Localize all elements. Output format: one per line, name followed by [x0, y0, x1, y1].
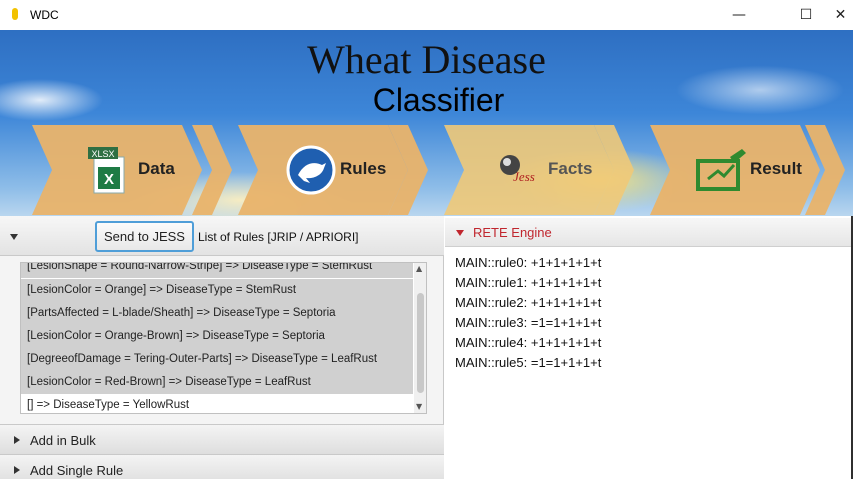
- step-result-label: Result: [750, 159, 802, 178]
- list-item[interactable]: [LesionColor = Red-Brown] => DiseaseType…: [21, 371, 413, 394]
- rete-output-line: MAIN::rule1: +1+1+1+1+t: [455, 275, 602, 290]
- expand-arrow-icon: [14, 436, 20, 444]
- banner-subtitle: Classifier: [372, 82, 505, 118]
- window-title: WDC: [30, 8, 59, 22]
- collapse-arrow-icon[interactable]: [456, 230, 464, 236]
- jess-icon: Jess: [496, 149, 546, 193]
- scroll-up-icon[interactable]: ▲: [416, 264, 422, 273]
- scroll-thumb[interactable]: [417, 293, 424, 393]
- svg-text:X: X: [104, 171, 114, 188]
- maximize-button[interactable]: ☐: [783, 0, 829, 30]
- rete-engine-header[interactable]: RETE Engine: [445, 218, 853, 247]
- chevron-shape: [32, 125, 232, 215]
- rete-output-line: MAIN::rule5: =1=1+1+1+t: [455, 355, 602, 370]
- svg-text:Jess: Jess: [513, 169, 535, 184]
- rete-engine-panel: RETE Engine MAIN::rule0: +1+1+1+1+t MAIN…: [445, 216, 853, 479]
- banner-title: Wheat Disease: [307, 37, 546, 82]
- rules-panel: Send to JESS List of Rules [JRIP / APRIO…: [0, 216, 444, 479]
- scroll-down-icon[interactable]: ▼: [416, 402, 422, 411]
- step-rules[interactable]: Rules: [238, 125, 438, 215]
- list-item[interactable]: [DegreeofDamage = Tering-Outer-Parts] =>…: [21, 348, 413, 371]
- rete-engine-title: RETE Engine: [473, 225, 552, 240]
- chart-pen-icon: [694, 149, 748, 193]
- list-item[interactable]: [PartsAffected = L-blade/Sheath] => Dise…: [21, 302, 413, 325]
- list-item[interactable]: [LesionShape = Round-Narrow-Stripe] => D…: [21, 263, 413, 278]
- svg-text:XLSX: XLSX: [91, 149, 114, 159]
- minimize-button[interactable]: —: [716, 0, 762, 30]
- section-label: Add Single Rule: [30, 463, 124, 478]
- rete-output-line: MAIN::rule2: +1+1+1+1+t: [455, 295, 602, 310]
- list-item[interactable]: [LesionColor = Orange] => DiseaseType = …: [21, 279, 413, 302]
- section-add-in-bulk[interactable]: Add in Bulk: [0, 424, 444, 454]
- collapse-arrow-icon[interactable]: [10, 234, 18, 240]
- rete-output-line: MAIN::rule4: +1+1+1+1+t: [455, 335, 602, 350]
- rules-scrollbar[interactable]: ▲ ▼: [414, 263, 426, 413]
- section-add-single-rule[interactable]: Add Single Rule: [0, 454, 444, 479]
- crow-icon: [286, 145, 336, 195]
- section-label: Add in Bulk: [30, 433, 96, 448]
- step-facts[interactable]: Jess Facts: [444, 125, 644, 215]
- rules-list-caption: List of Rules [JRIP / APRIORI]: [198, 230, 359, 244]
- rete-output-line: MAIN::rule3: =1=1+1+1+t: [455, 315, 602, 330]
- step-data-label: Data: [138, 159, 175, 178]
- expand-arrow-icon: [14, 466, 20, 474]
- send-to-jess-button[interactable]: Send to JESS: [95, 221, 194, 252]
- list-item[interactable]: [LesionColor = Orange-Brown] => DiseaseT…: [21, 325, 413, 348]
- rete-output-line: MAIN::rule0: +1+1+1+1+t: [455, 255, 602, 270]
- title-bar: WDC — ☐ ✕: [0, 0, 853, 30]
- step-facts-label: Facts: [548, 159, 593, 178]
- header-banner: Wheat Disease Classifier X XLSX Data Rul…: [0, 30, 853, 216]
- excel-xlsx-icon: X XLSX: [88, 147, 130, 195]
- list-item[interactable]: [] => DiseaseType = YellowRust: [21, 394, 413, 413]
- chevron-shape: [238, 125, 428, 215]
- rules-list[interactable]: [LesionShape = Round-Narrow-Stripe] => D…: [20, 262, 427, 414]
- step-result[interactable]: Result: [650, 125, 850, 215]
- app-icon: [12, 8, 18, 20]
- step-rules-label: Rules: [340, 159, 387, 178]
- close-button[interactable]: ✕: [828, 0, 853, 30]
- step-data[interactable]: X XLSX Data: [32, 125, 232, 215]
- rules-panel-header[interactable]: Send to JESS List of Rules [JRIP / APRIO…: [0, 216, 444, 256]
